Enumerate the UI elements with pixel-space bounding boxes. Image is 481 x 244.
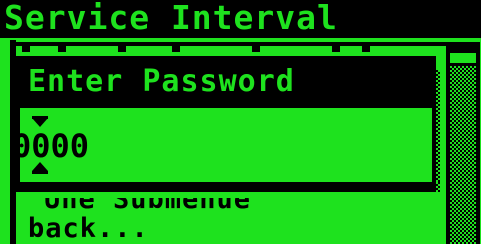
dialog-title: Enter Password — [28, 64, 295, 99]
password-input[interactable]: 0000 — [12, 118, 89, 174]
scrollbar-track[interactable] — [450, 66, 476, 244]
menu-item-submenu[interactable]: Une Submenue — [44, 198, 251, 214]
increment-bar — [32, 171, 48, 174]
scrollbar-thumb[interactable] — [450, 50, 476, 63]
arrow-up-icon[interactable] — [32, 162, 48, 171]
menu-item-partial-clip: Une Submenue — [16, 198, 436, 214]
scrollbar[interactable] — [446, 42, 480, 244]
title-bar: Service Interval — [0, 0, 481, 38]
page-title: Service Interval — [4, 0, 338, 37]
menu-item-back[interactable]: back... — [28, 215, 149, 243]
lcd-screen: Service Interval Une Submenue back... En… — [0, 0, 481, 244]
menu-partial-row — [16, 46, 436, 56]
